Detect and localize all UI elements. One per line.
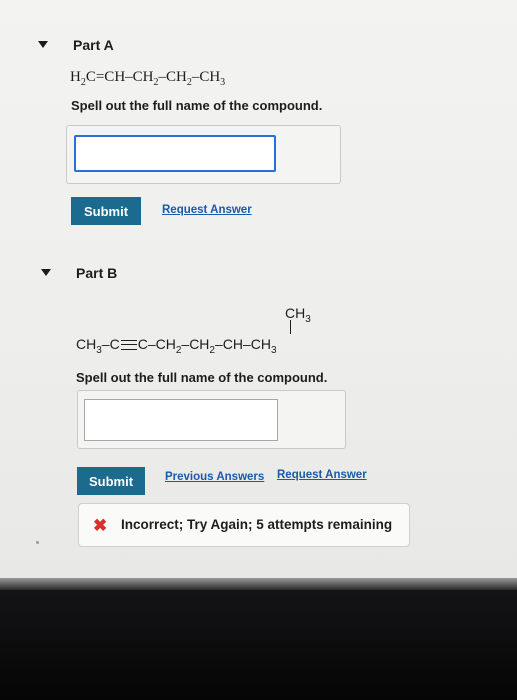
collapse-part-b-caret-icon[interactable] [41,269,51,276]
part-b-branch-methyl: CH3 [285,305,311,325]
part-b-title: Part B [76,265,118,281]
part-b-feedback-box: ✖ Incorrect; Try Again; 5 attempts remai… [78,503,410,547]
part-a-answer-input[interactable] [74,135,276,172]
screen-edge [0,578,517,590]
feedback-message: Incorrect; Try Again; 5 attempts remaini… [121,517,393,532]
edge-dot [36,541,39,544]
part-a-prompt: Spell out the full name of the compound. [71,98,323,113]
x-icon: ✖ [93,516,108,535]
part-a-request-answer-link[interactable]: Request Answer [162,204,252,216]
part-a-answer-panel [66,125,341,184]
part-a-title: Part A [73,37,114,53]
part-b-submit-button[interactable]: Submit [77,467,145,495]
part-b-prompt: Spell out the full name of the compound. [76,370,328,385]
part-b-answer-input[interactable] [84,399,278,441]
part-b-request-answer-link[interactable]: Request Answer [277,469,367,481]
part-b-previous-answers-link[interactable]: Previous Answers [165,471,264,483]
collapse-part-a-caret-icon[interactable] [38,41,48,48]
browser-page: Part A H2C=CH–CH2–CH2–CH3 Spell out the … [0,0,517,585]
triple-bond [120,340,137,351]
monitor-bezel [0,590,517,700]
part-b-branch-bond [290,320,291,334]
part-a-formula: H2C=CH–CH2–CH2–CH3 [70,69,226,88]
part-b-formula: CH3–C C–CH2–CH2–CH–CH3 [76,336,277,356]
part-a-submit-button[interactable]: Submit [71,197,141,225]
part-b-answer-panel [77,390,346,449]
